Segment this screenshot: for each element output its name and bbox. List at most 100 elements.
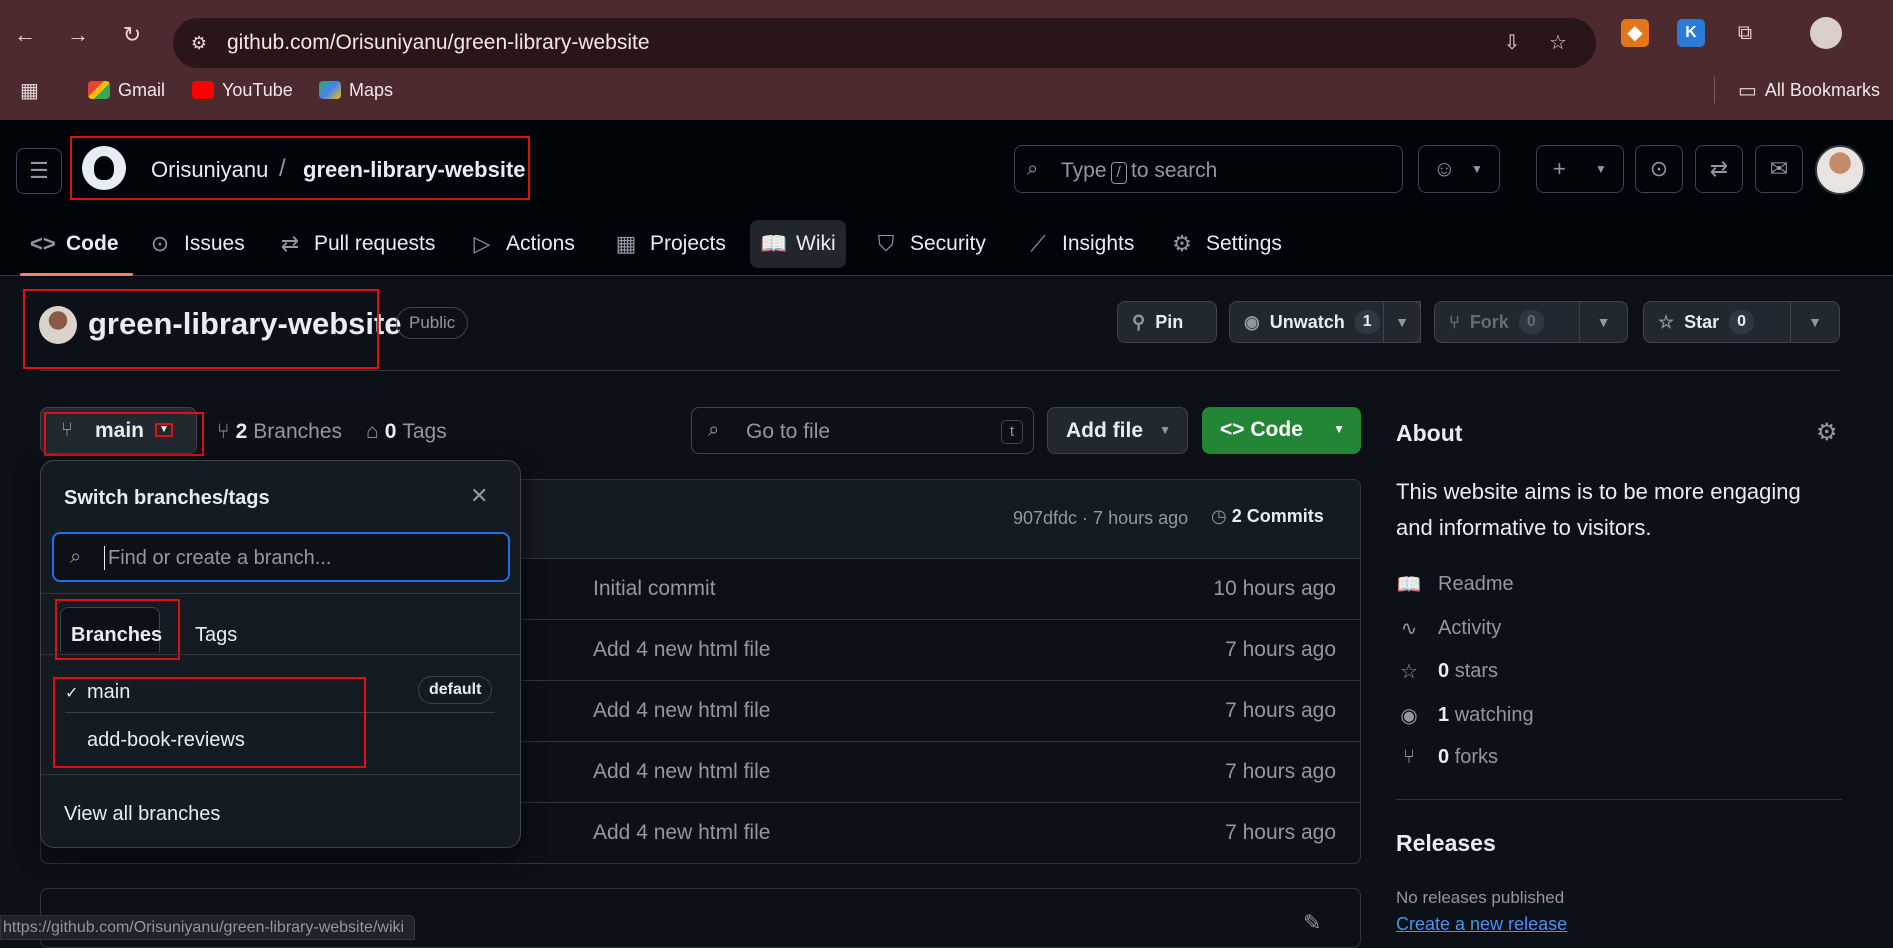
text-cursor xyxy=(104,546,105,570)
annotation-highlight-breadcrumb xyxy=(70,136,530,200)
apps-grid-icon[interactable]: ▦ xyxy=(20,73,39,107)
install-app-icon[interactable]: ⇩ xyxy=(1499,30,1525,56)
create-new-button[interactable]: + ▼ xyxy=(1536,145,1624,193)
address-bar[interactable]: ⚙ github.com/Orisuniyanu/green-library-w… xyxy=(173,18,1596,68)
divider xyxy=(40,370,1840,371)
close-icon[interactable]: ✕ xyxy=(470,483,488,509)
bookmarks-bar: ▦ Gmail YouTube Maps ▭ All Bookmarks xyxy=(0,73,1893,107)
forks-link[interactable]: ⑂ 0 forks xyxy=(1396,746,1498,769)
bookmark-gmail[interactable]: Gmail xyxy=(88,73,165,107)
annotation-highlight-branches-list xyxy=(53,677,366,768)
stars-link[interactable]: ☆ 0 stars xyxy=(1396,659,1498,684)
default-badge: default xyxy=(418,676,493,704)
watch-dropdown-chevron-icon[interactable]: ▼ xyxy=(1383,301,1421,343)
url-text[interactable]: github.com/Orisuniyanu/green-library-web… xyxy=(227,31,650,55)
fork-dropdown-chevron-icon[interactable]: ▼ xyxy=(1579,301,1628,343)
browser-toolbar: ← → ↻ ⚙ github.com/Orisuniyanu/green-lib… xyxy=(0,10,1893,68)
star-icon: ☆ xyxy=(1658,311,1675,332)
chevron-down-icon: ▼ xyxy=(1471,162,1483,176)
fork-icon: ⑂ xyxy=(1449,311,1460,332)
tab-code[interactable]: <> Code xyxy=(20,220,132,276)
edit-pencil-icon[interactable]: ✎ xyxy=(1303,910,1321,936)
watching-link[interactable]: ◉ 1 watching xyxy=(1396,703,1533,728)
chevron-down-icon: ▼ xyxy=(1595,162,1607,176)
branch-dropdown: Switch branches/tags ✕ ⌕ Find or create … xyxy=(40,460,521,848)
annotation-highlight-repo-title xyxy=(23,289,379,369)
hamburger-menu-icon[interactable]: ☰ xyxy=(16,148,62,194)
visibility-badge: Public xyxy=(396,307,469,339)
code-icon: <> xyxy=(30,231,56,256)
code-button[interactable]: <> Code ▼ xyxy=(1202,407,1361,454)
commit-sha-time[interactable]: 907dfdc · 7 hours ago xyxy=(1013,508,1188,529)
tab-issues[interactable]: ⊙ Issues xyxy=(138,220,255,268)
link-status-bar: https://github.com/Orisuniyanu/green-lib… xyxy=(0,915,416,940)
tab-wiki[interactable]: 📖 Wiki xyxy=(750,220,846,268)
shield-icon: ⛉ xyxy=(877,231,895,256)
copilot-button[interactable]: ☺ ▼ xyxy=(1418,145,1500,193)
tab-actions[interactable]: ▷ Actions xyxy=(460,220,585,268)
site-info-icon[interactable]: ⚙ xyxy=(187,31,211,55)
search-icon: ⌕ xyxy=(1027,158,1039,180)
tags-link[interactable]: ⌂ 0 Tags xyxy=(366,420,447,444)
create-release-link[interactable]: Create a new release xyxy=(1396,914,1567,935)
branch-search-input[interactable]: ⌕ Find or create a branch... xyxy=(52,532,510,582)
pulse-icon: ∿ xyxy=(1400,618,1418,640)
add-file-button[interactable]: Add file ▼ xyxy=(1047,407,1188,454)
bookmark-maps[interactable]: Maps xyxy=(319,73,393,107)
tab-insights[interactable]: ⟋ Insights xyxy=(1016,220,1144,268)
youtube-icon xyxy=(192,81,214,99)
issue-icon: ⊙ xyxy=(150,231,170,256)
star-button[interactable]: ☆ Star 0 xyxy=(1643,301,1791,343)
star-dropdown-chevron-icon[interactable]: ▼ xyxy=(1790,301,1840,343)
repo-tabs: <> Code ⊙ Issues ⇄ Pull requests ▷ Actions ▦… xyxy=(0,220,1893,276)
pull-requests-icon[interactable]: ⇄ xyxy=(1695,145,1743,193)
eye-icon: ◉ xyxy=(1400,705,1418,727)
view-all-branches-link[interactable]: View all branches xyxy=(64,803,220,826)
divider xyxy=(41,593,520,594)
all-bookmarks[interactable]: ▭ All Bookmarks xyxy=(1738,73,1880,107)
tab-settings[interactable]: ⚙ Settings xyxy=(1160,220,1292,268)
chevron-down-icon[interactable]: ▼ xyxy=(155,423,173,437)
go-to-file-input[interactable]: ⌕ Go to file t xyxy=(691,407,1034,454)
activity-link[interactable]: ∿ Activity xyxy=(1396,616,1502,641)
branches-link[interactable]: ⑂ 2 Branches xyxy=(217,420,342,444)
branch-icon: ⑂ xyxy=(217,420,230,443)
bookmarks-divider xyxy=(1714,77,1715,103)
bookmark-star-icon[interactable]: ☆ xyxy=(1545,30,1571,56)
metamask-extension-icon[interactable]: ◆ xyxy=(1621,19,1649,47)
search-icon: ⌕ xyxy=(70,546,82,568)
search-placeholder: Type / to search xyxy=(1061,159,1218,184)
chevron-down-icon: ▼ xyxy=(1333,422,1345,436)
inbox-icon[interactable]: ✉ xyxy=(1755,145,1803,193)
tab-security[interactable]: ⛉ Security xyxy=(864,220,996,268)
star-icon: ☆ xyxy=(1400,661,1418,683)
fork-icon: ⑂ xyxy=(1403,746,1415,768)
bookmark-youtube[interactable]: YouTube xyxy=(192,73,293,107)
gear-icon[interactable]: ⚙ xyxy=(1816,418,1838,447)
plus-icon: + xyxy=(1553,156,1566,181)
tag-icon: ⌂ xyxy=(366,420,379,443)
about-heading: About xyxy=(1396,420,1463,446)
tab-tags[interactable]: Tags xyxy=(195,624,237,647)
user-avatar[interactable] xyxy=(1815,145,1865,195)
readme-link[interactable]: 📖 Readme xyxy=(1396,572,1514,597)
pin-button[interactable]: ⚲ Pin xyxy=(1117,301,1217,343)
reload-icon[interactable]: ↻ xyxy=(119,22,145,48)
profile-avatar-icon[interactable] xyxy=(1810,17,1842,49)
releases-heading[interactable]: Releases xyxy=(1396,830,1496,857)
forward-arrow-icon[interactable]: → xyxy=(65,22,91,48)
tab-projects[interactable]: ▦ Projects xyxy=(604,220,736,268)
search-icon: ⌕ xyxy=(708,419,720,441)
k-extension-icon[interactable]: K xyxy=(1677,19,1705,47)
commits-link[interactable]: ◷ 2 Commits xyxy=(1211,506,1324,527)
back-arrow-icon[interactable]: ← xyxy=(12,22,38,48)
extensions-puzzle-icon[interactable]: ⧉ xyxy=(1731,19,1759,47)
search-input[interactable]: ⌕ Type / to search xyxy=(1014,145,1403,193)
pull-request-icon: ⇄ xyxy=(280,231,300,256)
pin-icon: ⚲ xyxy=(1132,311,1146,332)
issues-icon[interactable]: ⊙ xyxy=(1635,145,1683,193)
fork-button[interactable]: ⑂ Fork 0 xyxy=(1434,301,1580,343)
no-releases-text: No releases published xyxy=(1396,888,1565,907)
tab-pull-requests[interactable]: ⇄ Pull requests xyxy=(268,220,445,268)
book-icon: 📖 xyxy=(760,231,788,256)
